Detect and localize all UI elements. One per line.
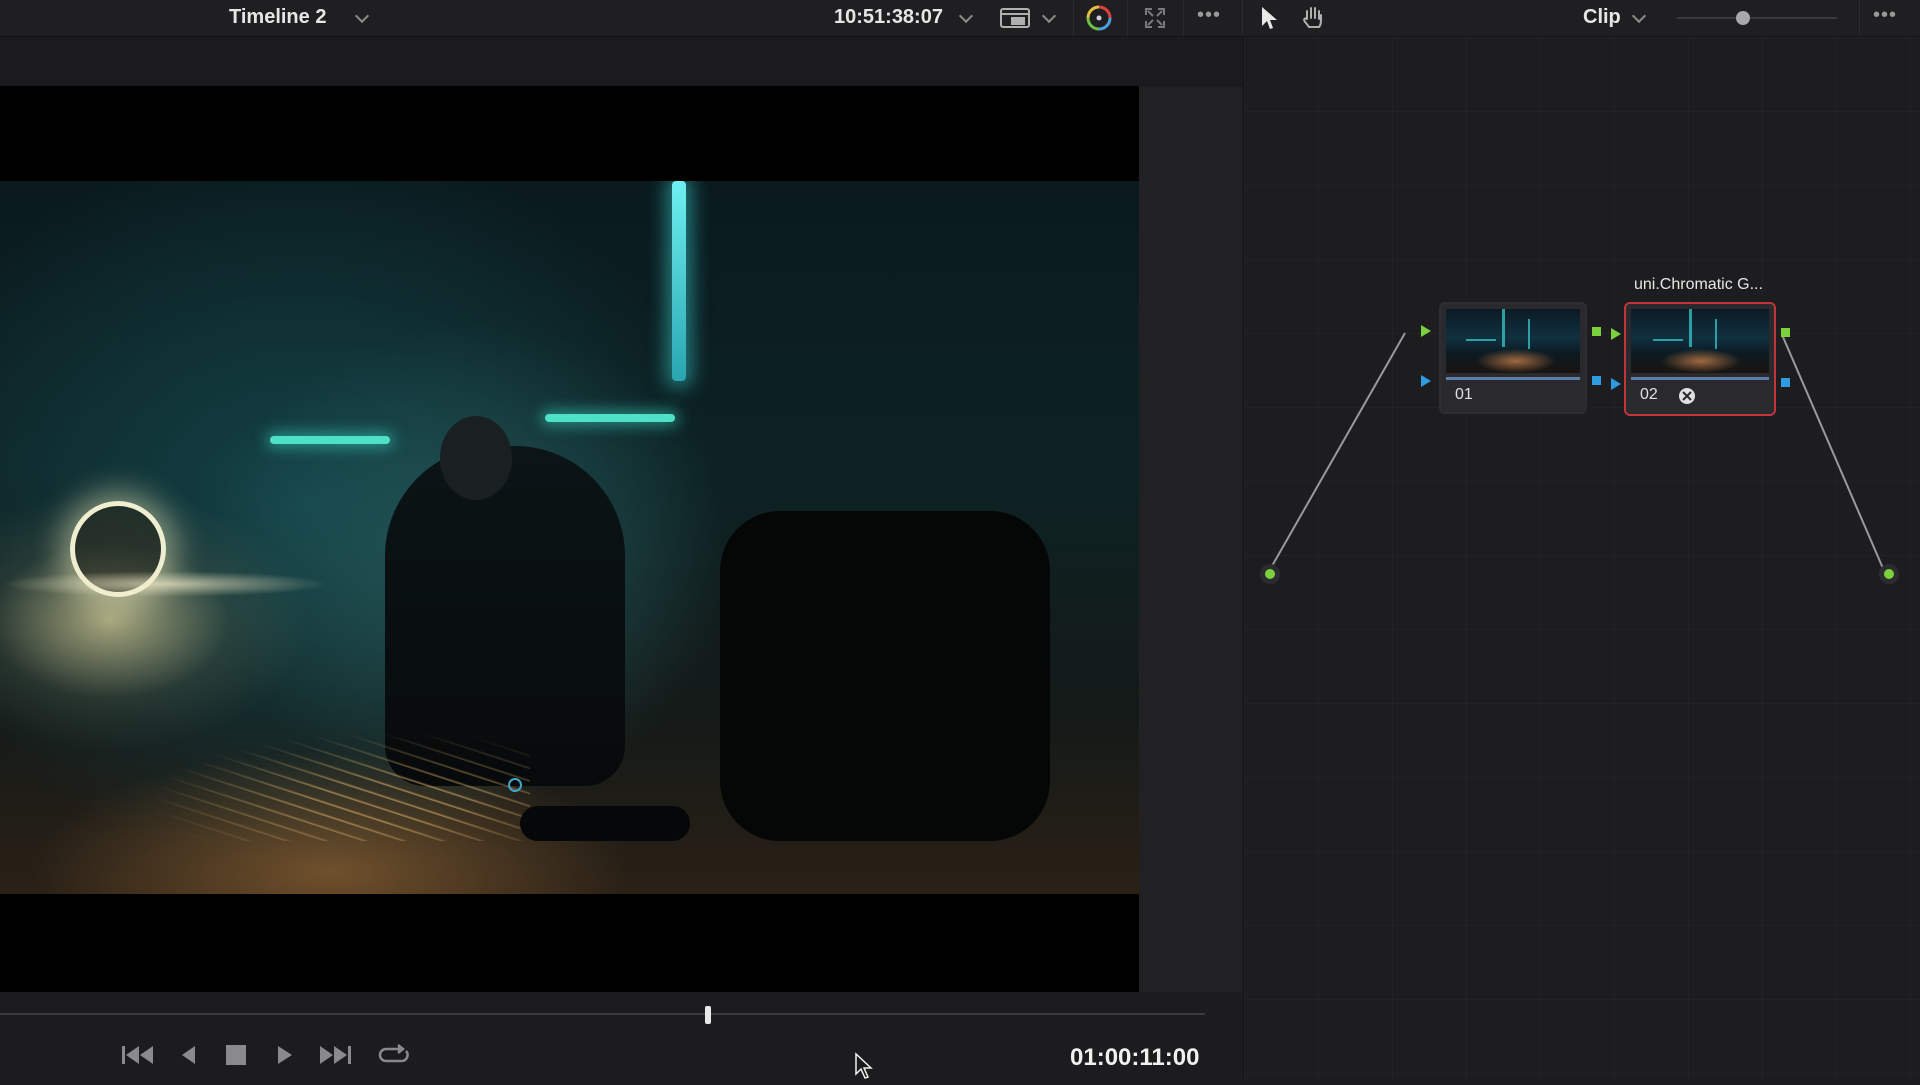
viewer-frame[interactable] [0,86,1139,992]
hq-display-icon[interactable] [1000,6,1030,35]
node-01-status-bar [1446,377,1580,380]
record-timecode: 01:00:11:00 [1070,1044,1200,1071]
zoom-slider-handle[interactable] [1736,11,1750,25]
node-more-icon[interactable]: ••• [1873,4,1897,27]
node-connections [1267,332,1886,574]
node-02-title: uni.Chromatic G... [1634,276,1763,293]
node-02-rgb-output-port[interactable] [1781,328,1790,337]
node-02-status-bar [1631,377,1769,380]
graph-input-dot[interactable] [1260,564,1280,584]
toolbar-divider [1242,0,1243,36]
toolbar-divider [1859,0,1860,36]
node-01-key-output-port[interactable] [1592,376,1601,385]
zoom-slider-track[interactable] [1677,17,1837,19]
display-dropdown-chevron-down-icon[interactable] [1041,8,1057,24]
node-02-key-input-port[interactable] [1611,378,1621,390]
timeline-dropdown-chevron-down-icon[interactable] [354,8,370,24]
stop-icon[interactable] [225,1043,247,1074]
fx-icon [1678,387,1696,410]
color-wheel-icon[interactable] [1085,4,1113,37]
node-01-thumbnail [1446,309,1580,373]
scrubber-track[interactable] [0,1013,1205,1015]
graph-output-dot[interactable] [1879,564,1899,584]
node-mode-label[interactable]: Clip [1583,6,1621,29]
toolbar-divider [1073,0,1074,36]
viewer-header-strip [0,37,1242,86]
fullscreen-icon[interactable] [1144,7,1166,34]
top-toolbar: Timeline 2 10:51:38:07 ••• Clip ••• [0,0,1920,37]
viewer-image [0,181,1139,894]
step-back-icon[interactable] [180,1043,198,1074]
node-02-rgb-input-port[interactable] [1611,328,1621,340]
timecode-dropdown-chevron-down-icon[interactable] [958,8,974,24]
node-02[interactable]: 02 [1624,302,1776,416]
playhead-handle[interactable] [705,1006,711,1024]
skip-back-icon[interactable] [121,1043,155,1074]
node-01-number: 01 [1455,386,1473,403]
toolbar-divider [1183,0,1184,36]
node-02-thumbnail [1631,309,1769,373]
viewer-more-icon[interactable]: ••• [1197,4,1221,27]
node-01[interactable]: 01 [1439,302,1587,414]
node-01-key-input-port[interactable] [1421,375,1431,387]
loop-icon[interactable] [378,1043,410,1074]
hand-tool-icon[interactable] [1300,5,1326,36]
node-02-number: 02 [1640,386,1658,403]
node-01-rgb-input-port[interactable] [1421,325,1431,337]
node-02-key-output-port[interactable] [1781,378,1790,387]
source-timecode: 10:51:38:07 [834,6,943,28]
node-mode-chevron-down-icon[interactable] [1631,8,1647,24]
mouse-cursor-icon [854,1052,874,1085]
pointer-tool-icon[interactable] [1260,6,1278,35]
skip-forward-icon[interactable] [318,1043,352,1074]
timeline-name[interactable]: Timeline 2 [229,6,326,29]
play-icon[interactable] [276,1043,294,1074]
toolbar-divider [1127,0,1128,36]
node-01-rgb-output-port[interactable] [1592,327,1601,336]
